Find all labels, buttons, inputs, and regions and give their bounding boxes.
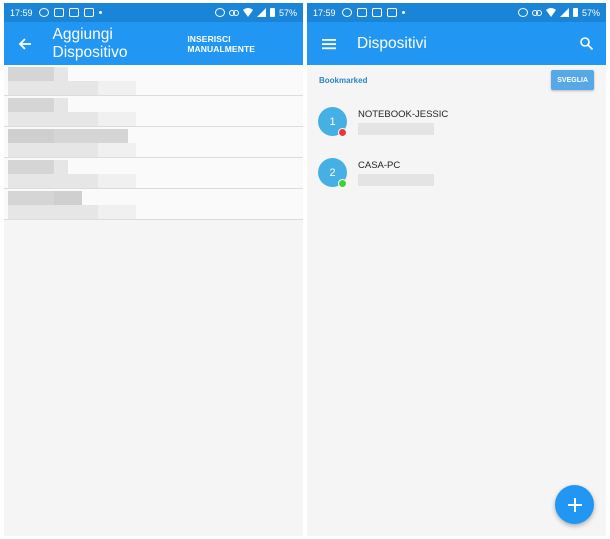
alarm-icon bbox=[517, 8, 528, 17]
arrow-left-icon bbox=[18, 37, 32, 50]
add-device-screen: 17:59 57% Aggiungi Dispositivo INSERISCI… bbox=[4, 3, 303, 536]
alarm-icon bbox=[214, 8, 225, 17]
wifi-icon bbox=[242, 8, 253, 17]
alarm-icon bbox=[38, 8, 49, 17]
more-notifications-icon bbox=[98, 11, 102, 14]
hamburger-menu-icon bbox=[322, 38, 336, 49]
link-icon bbox=[531, 9, 542, 16]
notification-icon bbox=[68, 8, 79, 17]
notification-icon bbox=[371, 8, 382, 17]
app-bar: Dispositivi bbox=[307, 22, 606, 65]
wake-button[interactable]: SVEGLIA bbox=[551, 70, 594, 90]
search-icon bbox=[579, 37, 593, 50]
battery-icon bbox=[269, 8, 275, 17]
more-notifications-icon bbox=[401, 11, 405, 14]
list-item[interactable] bbox=[4, 96, 303, 127]
list-item[interactable] bbox=[4, 65, 303, 96]
bookmarked-label: Bookmarked bbox=[319, 75, 368, 85]
online-status-dot bbox=[338, 179, 347, 188]
signal-icon bbox=[559, 8, 569, 17]
battery-icon bbox=[572, 8, 578, 17]
discovered-device-list bbox=[4, 65, 303, 220]
list-item[interactable] bbox=[4, 127, 303, 158]
device-item-notebook[interactable]: 1 NOTEBOOK-JESSIC bbox=[307, 101, 606, 149]
plus-icon bbox=[567, 497, 582, 512]
back-button[interactable] bbox=[4, 22, 47, 65]
battery-percent: 57% bbox=[581, 7, 600, 18]
devices-screen: 17:59 57% Dispositivi Bookmarked SVEGLIA… bbox=[307, 3, 606, 536]
notification-icon bbox=[83, 8, 94, 17]
device-address-redacted bbox=[358, 123, 434, 135]
status-time: 17:59 bbox=[10, 7, 33, 18]
device-item-casa-pc[interactable]: 2 CASA-PC bbox=[307, 152, 606, 200]
add-device-fab[interactable] bbox=[555, 485, 594, 524]
notification-icon bbox=[386, 8, 397, 17]
link-icon bbox=[228, 9, 239, 16]
calendar-icon bbox=[356, 8, 367, 17]
app-bar: Aggiungi Dispositivo INSERISCI MANUALMEN… bbox=[4, 22, 303, 65]
offline-status-dot bbox=[338, 128, 347, 137]
device-name: CASA-PC bbox=[358, 160, 401, 171]
device-name: NOTEBOOK-JESSIC bbox=[358, 109, 449, 120]
status-bar: 17:59 57% bbox=[307, 3, 606, 22]
alarm-icon bbox=[341, 8, 352, 17]
bookmarked-section-header: Bookmarked SVEGLIA bbox=[307, 65, 606, 95]
page-title: Dispositivi bbox=[357, 34, 427, 52]
wifi-icon bbox=[545, 8, 556, 17]
list-item[interactable] bbox=[4, 189, 303, 220]
device-address-redacted bbox=[358, 174, 434, 186]
menu-button[interactable] bbox=[307, 22, 351, 65]
calendar-icon bbox=[53, 8, 64, 17]
signal-icon bbox=[256, 8, 266, 17]
search-button[interactable] bbox=[566, 22, 606, 65]
page-title: Aggiungi Dispositivo bbox=[52, 25, 128, 61]
battery-percent: 57% bbox=[278, 7, 297, 18]
status-time: 17:59 bbox=[313, 7, 336, 18]
list-item[interactable] bbox=[4, 158, 303, 189]
manual-entry-button[interactable]: INSERISCI MANUALMENTE bbox=[187, 34, 303, 54]
status-bar: 17:59 57% bbox=[4, 3, 303, 22]
